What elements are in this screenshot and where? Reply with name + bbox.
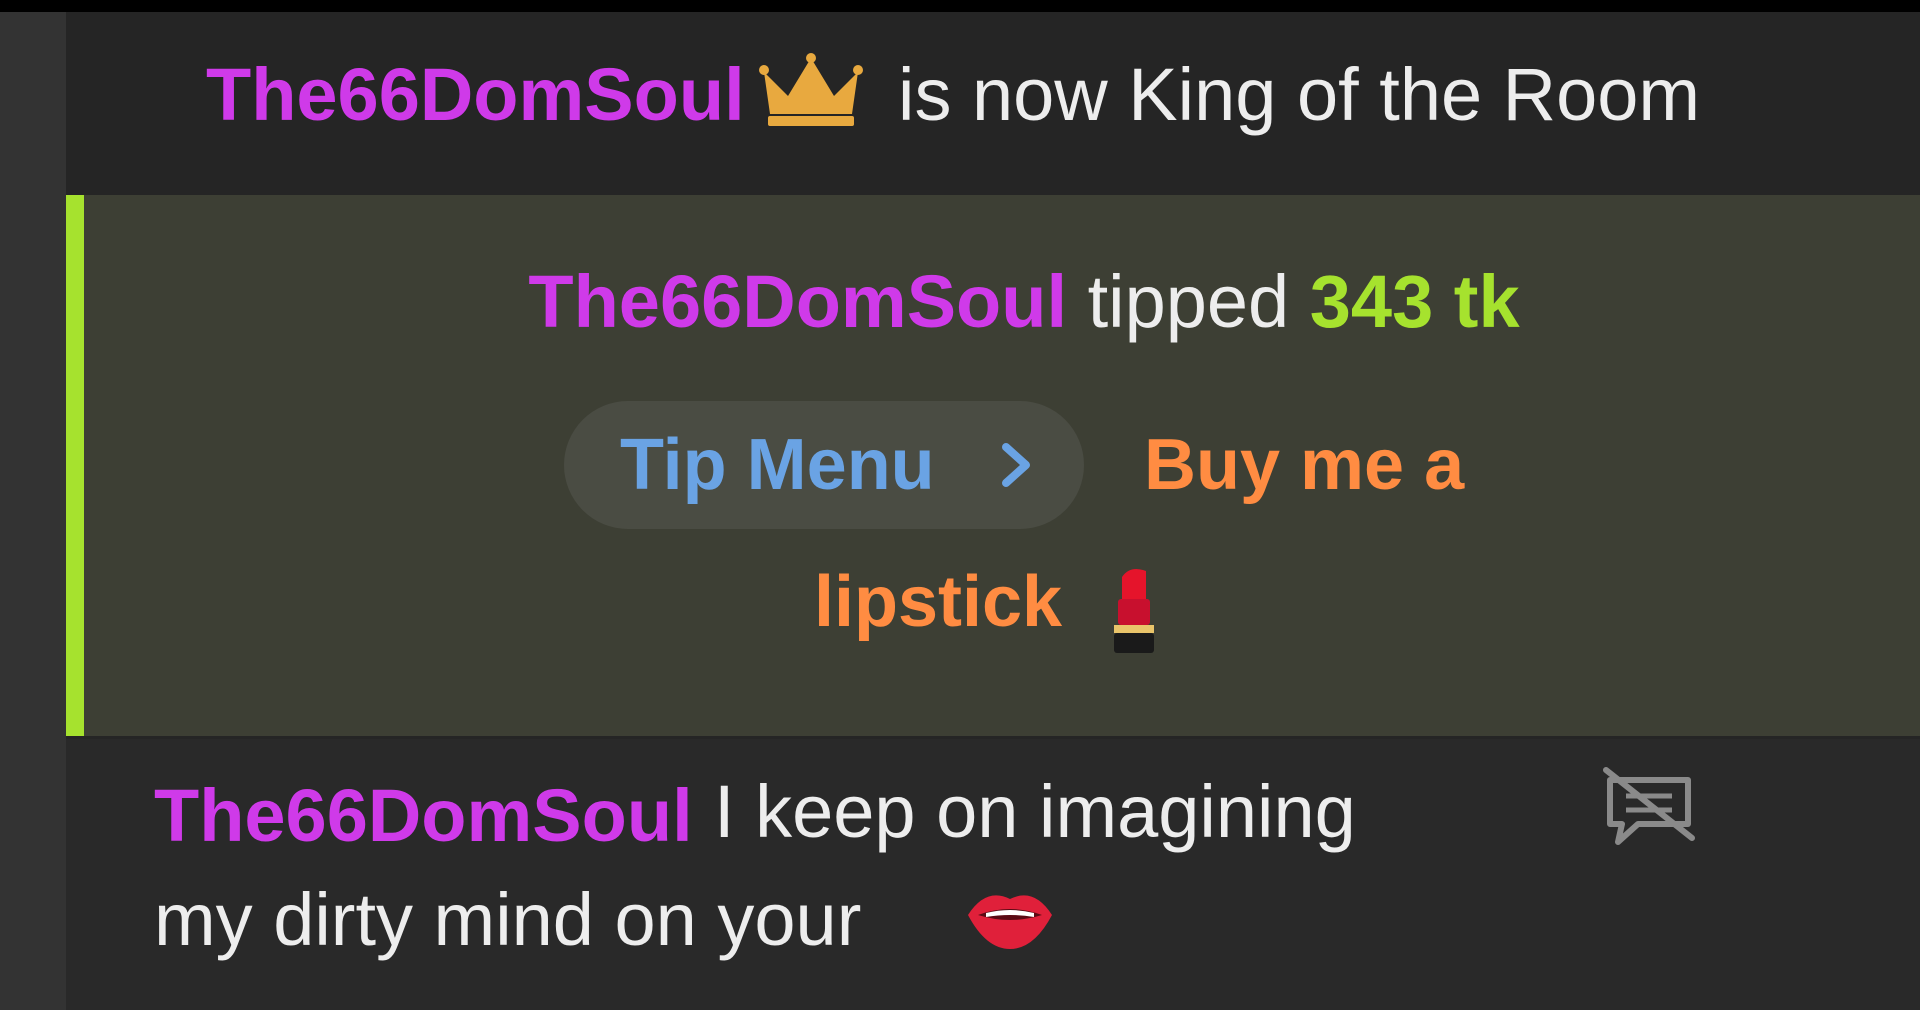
- lipstick-icon: [1114, 569, 1154, 653]
- message-username[interactable]: The66DomSoul: [154, 771, 693, 861]
- hide-chat-icon[interactable]: [1602, 766, 1696, 854]
- tip-amount: 343 tk: [1309, 260, 1520, 343]
- chat-feed: The66DomSoul is now King of the Room The…: [66, 12, 1920, 1010]
- king-of-room-notice: The66DomSoul is now King of the Room: [66, 12, 1920, 192]
- tip-menu-label: Tip Menu: [620, 425, 935, 505]
- left-sidebar-strip: [0, 12, 66, 1010]
- tip-username[interactable]: The66DomSoul: [528, 260, 1067, 343]
- crown-icon: [759, 53, 863, 126]
- chevron-right-icon: [1002, 443, 1030, 487]
- message-text-line1: I keep on imagining: [714, 770, 1356, 853]
- tip-menu-button[interactable]: Tip Menu: [564, 401, 1084, 529]
- tip-item-text-line2: lipstick: [814, 562, 1063, 642]
- tip-summary: The66DomSoul tipped 343 tk: [66, 257, 1920, 347]
- lips-icon: [968, 895, 1052, 949]
- chat-message: The66DomSoul I keep on imagining my dirt…: [66, 739, 1920, 1010]
- tip-item-text-line1: Buy me a: [1144, 425, 1465, 505]
- king-username[interactable]: The66DomSoul: [206, 50, 745, 140]
- tip-message: The66DomSoul tipped 343 tk Tip Menu Buy …: [66, 195, 1920, 736]
- top-edge: [0, 0, 1920, 12]
- message-text-line2: my dirty mind on your: [154, 878, 862, 961]
- tip-verb: tipped: [1087, 260, 1290, 343]
- king-notice-text: is now King of the Room: [898, 53, 1701, 136]
